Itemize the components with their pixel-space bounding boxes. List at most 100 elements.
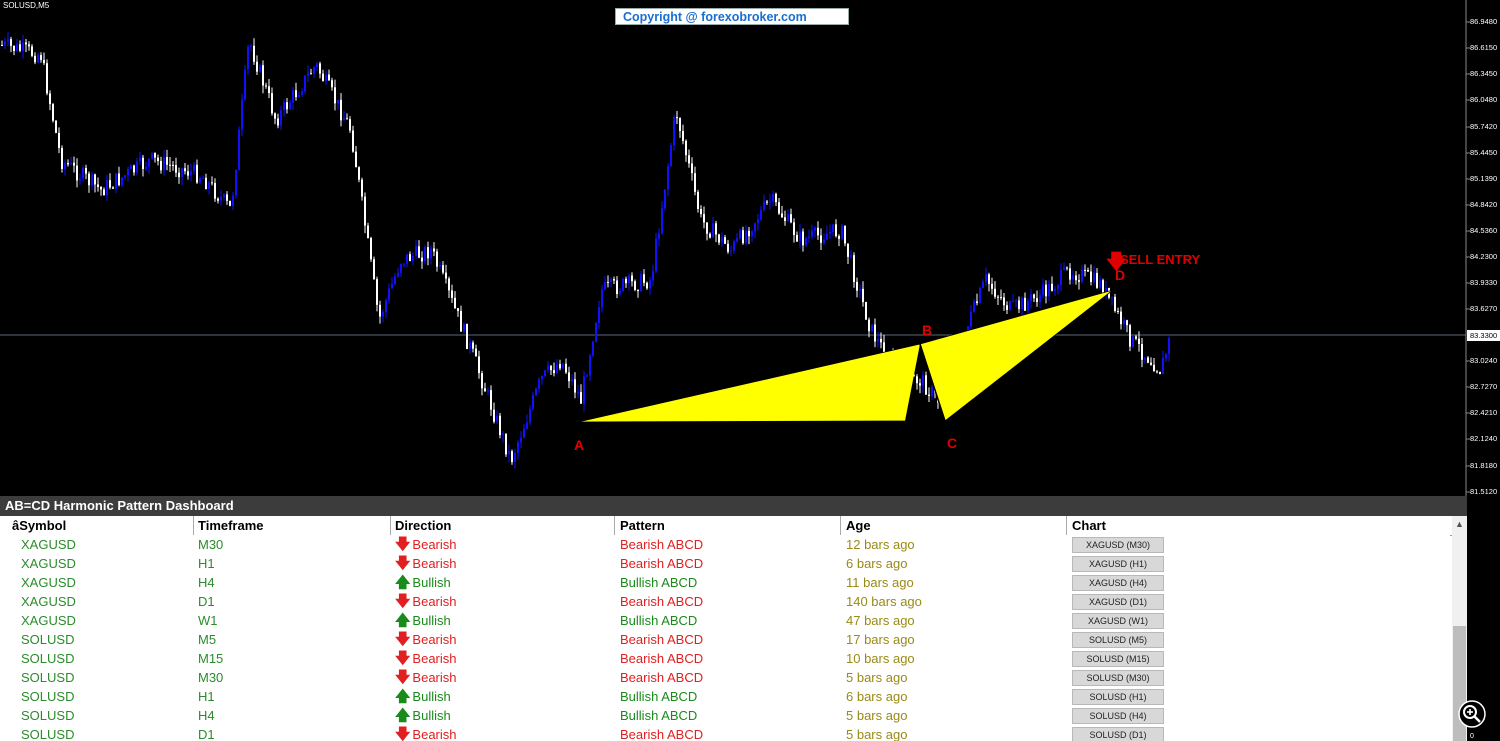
- dashboard-title: AB=CD Harmonic Pattern Dashboard: [0, 496, 1467, 516]
- candle-body: [1, 45, 3, 46]
- candle-body: [1114, 296, 1116, 311]
- candle-body: [829, 232, 831, 234]
- pattern-cell: Bearish ABCD: [620, 670, 704, 685]
- candle-body: [139, 157, 141, 162]
- timeframe-cell: D1: [198, 594, 215, 609]
- table-row[interactable]: XAGUSD H1 🡇 Bearish Bearish ABCD 6 bars ago XA…: [0, 554, 1450, 574]
- candle-body: [568, 372, 570, 382]
- arrow-down-icon: 🡇: [395, 555, 411, 572]
- candle-body: [394, 276, 396, 284]
- candle-body: [322, 73, 324, 81]
- candle-body: [679, 118, 681, 132]
- candle-body: [784, 217, 786, 221]
- price-tick-label: 85.4450: [1470, 148, 1498, 157]
- candle-body: [445, 272, 447, 279]
- table-row[interactable]: SOLUSD H1 🡅 Bullish Bullish ABCD 6 bars ago SO…: [0, 687, 1450, 707]
- point-c-label: C: [947, 435, 958, 451]
- candle-body: [31, 46, 33, 56]
- open-chart-button[interactable]: XAGUSD (W1): [1072, 613, 1164, 629]
- direction-cell: 🡅 Bullish: [395, 573, 451, 592]
- open-chart-button[interactable]: XAGUSD (D1): [1072, 594, 1164, 610]
- candle-body: [49, 93, 51, 105]
- arrow-down-icon: 🡇: [395, 536, 411, 553]
- table-row[interactable]: SOLUSD M30 🡇 Bearish Bearish ABCD 5 bars ago S…: [0, 668, 1450, 688]
- price-chart[interactable]: [0, 0, 1500, 496]
- timeframe-cell: M30: [198, 537, 224, 552]
- table-row[interactable]: XAGUSD M30 🡇 Bearish Bearish ABCD 12 bars ago…: [0, 535, 1450, 555]
- table-row[interactable]: SOLUSD M15 🡇 Bearish Bearish ABCD 10 bars ago…: [0, 649, 1450, 669]
- candle-body: [520, 437, 522, 443]
- candle-body: [1039, 295, 1041, 302]
- candle-body: [145, 166, 147, 170]
- candle-body: [826, 233, 828, 240]
- table-row[interactable]: XAGUSD D1 🡇 Bearish Bearish ABCD 140 bars ago…: [0, 592, 1450, 612]
- open-chart-button[interactable]: XAGUSD (H4): [1072, 575, 1164, 591]
- open-chart-button[interactable]: SOLUSD (M30): [1072, 670, 1164, 686]
- open-chart-button[interactable]: SOLUSD (H1): [1072, 689, 1164, 705]
- column-header-chart[interactable]: Chart: [1072, 516, 1106, 536]
- scroll-up-icon[interactable]: ▲: [1454, 519, 1465, 529]
- column-header-symbol[interactable]: âSymbol: [12, 516, 67, 536]
- arrow-down-icon: 🡇: [395, 726, 411, 741]
- candle-body: [871, 324, 873, 332]
- point-a-label: A: [574, 437, 585, 453]
- zoom-in-icon[interactable]: [1458, 700, 1486, 728]
- pattern-cell: Bearish ABCD: [620, 632, 704, 647]
- table-row[interactable]: SOLUSD H4 🡅 Bullish Bullish ABCD 5 bars ago SO…: [0, 706, 1450, 726]
- table-row[interactable]: XAGUSD H4 🡅 Bullish Bullish ABCD 11 bars ago X…: [0, 573, 1450, 593]
- open-chart-button[interactable]: XAGUSD (M30): [1072, 537, 1164, 553]
- age-cell: 5 bars ago: [846, 670, 908, 685]
- age-cell: 47 bars ago: [846, 613, 915, 628]
- candle-body: [1159, 372, 1161, 375]
- direction-label: Bearish: [412, 727, 457, 741]
- candle-body: [1132, 336, 1134, 347]
- candle-body: [931, 386, 933, 396]
- open-chart-button[interactable]: SOLUSD (M5): [1072, 632, 1164, 648]
- candle-body: [142, 157, 144, 170]
- candle-body: [181, 168, 183, 178]
- direction-label: Bearish: [412, 670, 457, 685]
- candle-body: [103, 189, 105, 196]
- candle-body: [640, 274, 642, 292]
- price-tick-label: 83.9330: [1470, 278, 1498, 287]
- table-row[interactable]: XAGUSD W1 🡅 Bullish Bullish ABCD 47 bars ago X…: [0, 611, 1450, 631]
- candle-body: [1000, 297, 1002, 299]
- open-chart-button[interactable]: XAGUSD (H1): [1072, 556, 1164, 572]
- candle-body: [775, 193, 777, 203]
- candle-body: [316, 63, 318, 68]
- candle-body: [607, 281, 609, 283]
- candle-body: [397, 273, 399, 277]
- open-chart-button[interactable]: SOLUSD (M15): [1072, 651, 1164, 667]
- candle-body: [1087, 269, 1089, 272]
- table-row[interactable]: SOLUSD M5 🡇 Bearish Bearish ABCD 17 bars ago S…: [0, 630, 1450, 650]
- candle-body: [127, 168, 129, 176]
- candle-body: [634, 281, 636, 290]
- column-header-age[interactable]: Age: [846, 516, 871, 536]
- age-cell: 6 bars ago: [846, 556, 908, 571]
- candle-body: [271, 93, 273, 114]
- candle-body: [1063, 267, 1065, 270]
- candle-body: [559, 364, 561, 369]
- open-chart-button[interactable]: SOLUSD (H4): [1072, 708, 1164, 724]
- price-tick-label: 86.0480: [1470, 95, 1498, 104]
- open-chart-button[interactable]: SOLUSD (D1): [1072, 727, 1164, 741]
- candle-body: [82, 167, 84, 179]
- candle-body: [1096, 272, 1098, 288]
- candle-body: [1066, 267, 1068, 269]
- candle-body: [10, 39, 12, 46]
- price-tick-label: 85.1390: [1470, 174, 1498, 183]
- timeframe-cell: D1: [198, 727, 215, 741]
- candle-body: [1078, 280, 1080, 282]
- candle-body: [844, 225, 846, 244]
- column-header-pattern[interactable]: Pattern: [620, 516, 665, 536]
- candle-body: [496, 415, 498, 422]
- column-header-timeframe[interactable]: Timeframe: [198, 516, 264, 536]
- column-header-direction[interactable]: Direction: [395, 516, 452, 536]
- candle-body: [343, 118, 345, 121]
- candle-body: [1156, 371, 1158, 373]
- candle-body: [847, 243, 849, 257]
- candle-body: [712, 223, 714, 238]
- candle-body: [664, 189, 666, 209]
- candle-body: [28, 44, 30, 47]
- table-row[interactable]: SOLUSD D1 🡇 Bearish Bearish ABCD 5 bars ago SO…: [0, 725, 1450, 741]
